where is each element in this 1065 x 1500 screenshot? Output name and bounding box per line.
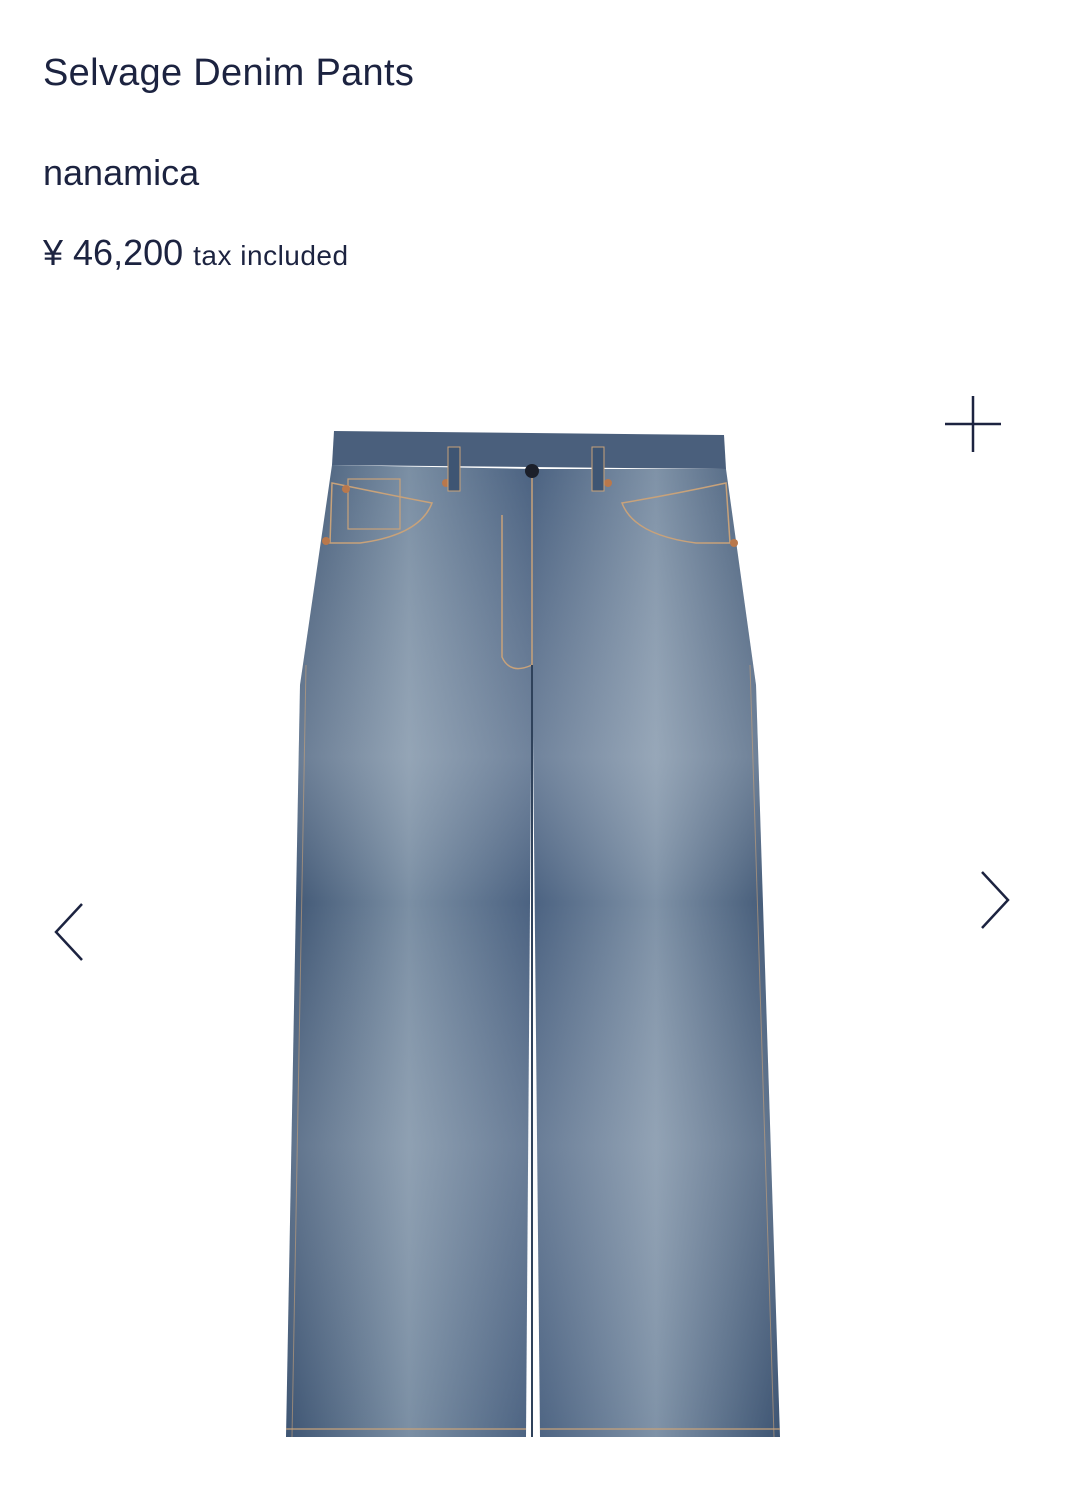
tax-note: tax included (193, 240, 349, 271)
brand-name[interactable]: nanamica (43, 152, 199, 194)
denim-pants-image (286, 431, 780, 1438)
price: ¥ 46,200 (43, 232, 184, 273)
zoom-button[interactable] (943, 394, 1003, 454)
plus-icon (945, 396, 1001, 452)
next-image-button[interactable] (976, 866, 1016, 936)
price-row: ¥ 46,200 tax included (43, 232, 349, 274)
product-image[interactable] (270, 425, 790, 1445)
chevron-left-icon (54, 903, 83, 961)
previous-image-button[interactable] (48, 898, 88, 968)
chevron-right-icon (981, 871, 1010, 929)
product-title: Selvage Denim Pants (43, 52, 415, 94)
